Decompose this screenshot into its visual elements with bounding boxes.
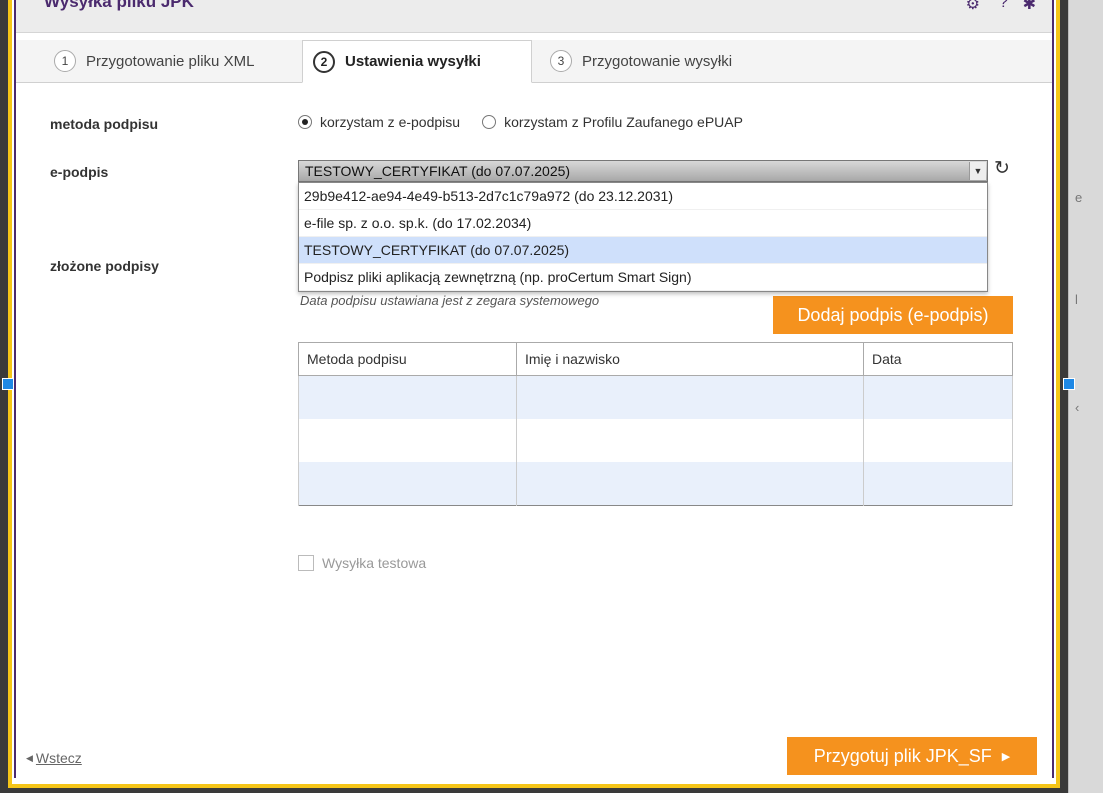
chevron-down-icon[interactable]: ▼ xyxy=(969,162,986,180)
tab-label: Ustawienia wysyłki xyxy=(345,53,481,70)
epodpis-select[interactable]: TESTOWY_CERTYFIKAT (do 07.07.2025) ▼ xyxy=(298,160,988,182)
tab-number: 2 xyxy=(313,50,335,73)
help-icon[interactable]: ? xyxy=(999,0,1008,12)
tab-send-settings[interactable]: 2 Ustawienia wysyłki xyxy=(302,40,532,83)
dropdown-option[interactable]: 29b9e412-ae94-4e49-b513-2d7c1c79a972 (do… xyxy=(299,183,987,210)
wizard-tabs: 1 Przygotowanie pliku XML 2 Ustawienia w… xyxy=(16,40,1052,83)
signature-method-radios: korzystam z e-podpisu korzystam z Profil… xyxy=(298,114,765,130)
signatures-table: Metoda podpisu Imię i nazwisko Data xyxy=(298,342,1013,506)
chevron-left-icon: ◀ xyxy=(26,752,33,763)
resize-handle-right[interactable] xyxy=(1063,378,1075,390)
epodpis-label: e-podpis xyxy=(50,164,109,180)
radio-epuap[interactable]: korzystam z Profilu Zaufanego ePUAP xyxy=(482,114,743,130)
add-signature-button[interactable]: Dodaj podpis (e-podpis) xyxy=(773,296,1013,334)
dropdown-option[interactable]: Podpisz pliki aplikacją zewnętrzną (np. … xyxy=(299,264,987,291)
table-row xyxy=(298,462,1013,506)
back-link-text: Wstecz xyxy=(35,750,82,766)
tab-label: Przygotowanie pliku XML xyxy=(86,52,255,70)
epodpis-dropdown-list: 29b9e412-ae94-4e49-b513-2d7c1c79a972 (do… xyxy=(298,182,988,292)
background-glyph: e xyxy=(1075,190,1083,205)
radio-indicator[interactable] xyxy=(298,115,312,129)
table-row xyxy=(298,419,1013,462)
radio-indicator[interactable] xyxy=(482,115,497,129)
background-glyph: l xyxy=(1075,292,1078,307)
dialog-title: Wysyłka pliku JPK xyxy=(44,0,194,11)
settings-icon[interactable]: ⚙ xyxy=(966,0,980,14)
radio-e-signature[interactable]: korzystam z e-podpisu xyxy=(298,114,460,130)
refresh-icon[interactable]: ↻ xyxy=(994,157,1010,180)
column-header[interactable]: Imię i nazwisko xyxy=(516,342,864,376)
tab-xml-preparation[interactable]: 1 Przygotowanie pliku XML xyxy=(44,40,264,82)
radio-label: korzystam z Profilu Zaufanego ePUAP xyxy=(504,114,743,130)
play-icon: ▶ xyxy=(1001,750,1011,763)
tab-label: Przygotowanie wysyłki xyxy=(582,52,733,70)
signature-method-label: metoda podpisu xyxy=(50,116,159,132)
prepare-jpk-button[interactable]: Przygotuj plik JPK_SF ▶ xyxy=(787,737,1037,775)
tab-number: 1 xyxy=(54,50,76,72)
test-send-checkbox[interactable]: Wysyłka testowa xyxy=(298,555,426,571)
checkbox-label: Wysyłka testowa xyxy=(322,555,427,571)
resize-handle-left[interactable] xyxy=(2,378,14,390)
signature-date-hint: Data podpisu ustawiana jest z zegara sys… xyxy=(300,293,600,308)
radio-label: korzystam z e-podpisu xyxy=(320,114,461,130)
column-header[interactable]: Data xyxy=(863,342,1013,376)
select-value: TESTOWY_CERTYFIKAT (do 07.07.2025) xyxy=(305,163,571,179)
column-header[interactable]: Metoda podpisu xyxy=(298,342,517,376)
table-row xyxy=(298,375,1013,419)
tab-number: 3 xyxy=(550,50,572,72)
back-link[interactable]: ◀ Wstecz xyxy=(26,750,82,766)
dropdown-option[interactable]: e-file sp. z o.o. sp.k. (do 17.02.2034) xyxy=(299,210,987,237)
pin-icon[interactable]: ✱ xyxy=(1023,0,1036,14)
background-app-strip: e l ‹ xyxy=(1068,0,1103,793)
background-glyph: ‹ xyxy=(1075,400,1080,415)
tab-send-preparation[interactable]: 3 Przygotowanie wysyłki xyxy=(540,40,742,82)
dialog-titlebar: Wysyłka pliku JPK ⚙ ? ✱ xyxy=(16,0,1052,33)
signatures-label: złożone podpisy xyxy=(50,258,159,274)
dropdown-option-highlighted[interactable]: TESTOWY_CERTYFIKAT (do 07.07.2025) xyxy=(299,237,987,264)
checkbox-box[interactable] xyxy=(298,555,314,571)
button-label: Przygotuj plik JPK_SF xyxy=(813,745,992,766)
